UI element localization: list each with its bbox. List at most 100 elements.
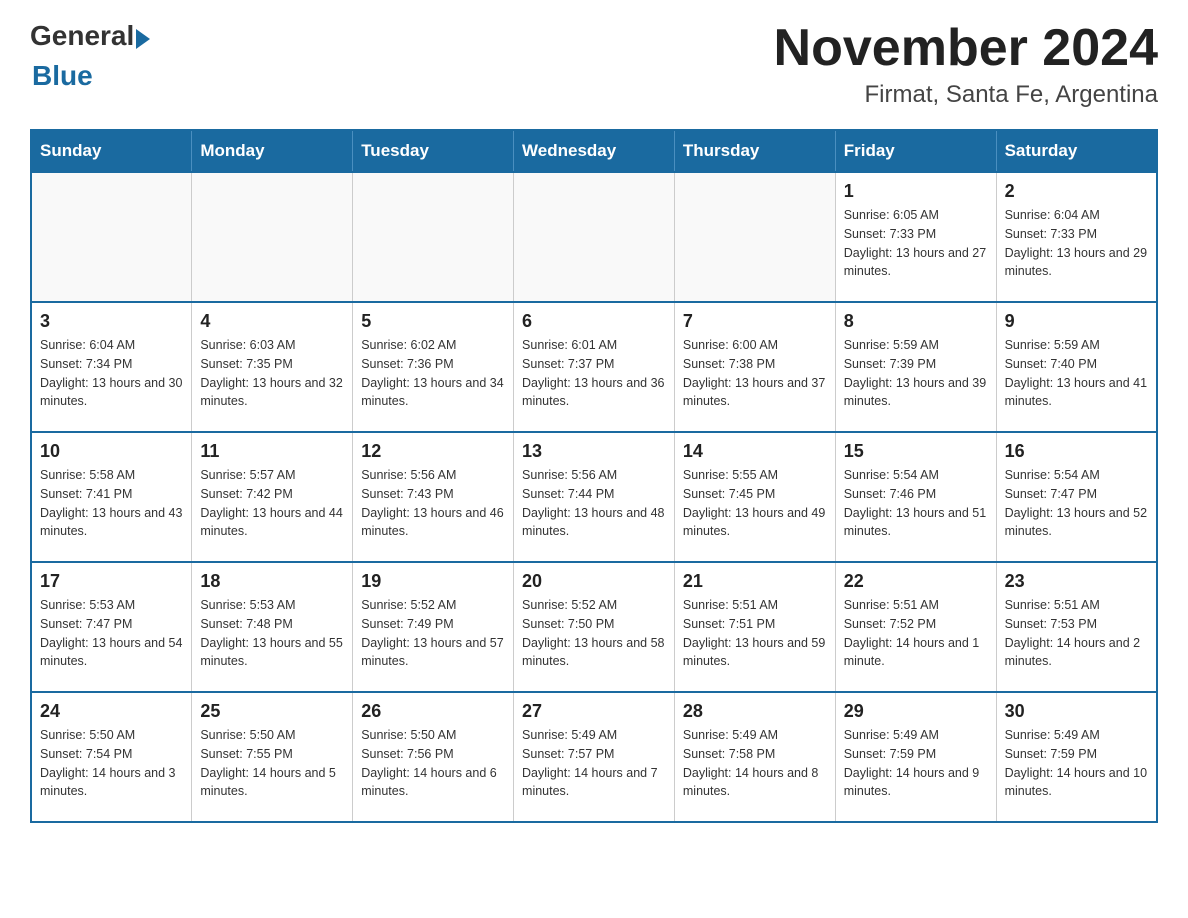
calendar-cell: 25 Sunrise: 5:50 AMSunset: 7:55 PMDayligh… (192, 692, 353, 822)
day-number: 6 (522, 311, 666, 332)
day-info: Sunrise: 5:55 AMSunset: 7:45 PMDaylight:… (683, 466, 827, 541)
day-info: Sunrise: 5:50 AMSunset: 7:56 PMDaylight:… (361, 726, 505, 801)
calendar-cell: 30 Sunrise: 5:49 AMSunset: 7:59 PMDayligh… (996, 692, 1157, 822)
day-info: Sunrise: 5:49 AMSunset: 7:59 PMDaylight:… (844, 726, 988, 801)
day-number: 15 (844, 441, 988, 462)
day-info: Sunrise: 5:56 AMSunset: 7:43 PMDaylight:… (361, 466, 505, 541)
day-number: 20 (522, 571, 666, 592)
day-number: 14 (683, 441, 827, 462)
weekday-header-sunday: Sunday (31, 130, 192, 172)
logo-arrow-icon (136, 29, 150, 49)
day-number: 8 (844, 311, 988, 332)
weekday-header-monday: Monday (192, 130, 353, 172)
day-info: Sunrise: 5:52 AMSunset: 7:50 PMDaylight:… (522, 596, 666, 671)
calendar-cell: 19 Sunrise: 5:52 AMSunset: 7:49 PMDayligh… (353, 562, 514, 692)
calendar-cell: 18Sunrise: 5:53 AMSunset: 7:48 PMDayligh… (192, 562, 353, 692)
calendar-cell: 7 Sunrise: 6:00 AMSunset: 7:38 PMDaylight… (674, 302, 835, 432)
calendar-cell: 21 Sunrise: 5:51 AMSunset: 7:51 PMDayligh… (674, 562, 835, 692)
day-number: 29 (844, 701, 988, 722)
calendar-cell: 1 Sunrise: 6:05 AMSunset: 7:33 PMDaylight… (835, 172, 996, 302)
day-number: 25 (200, 701, 344, 722)
day-info: Sunrise: 5:50 AMSunset: 7:55 PMDaylight:… (200, 726, 344, 801)
day-info: Sunrise: 5:50 AMSunset: 7:54 PMDaylight:… (40, 726, 183, 801)
day-number: 18 (200, 571, 344, 592)
day-number: 7 (683, 311, 827, 332)
calendar-cell (514, 172, 675, 302)
calendar-week-row: 17 Sunrise: 5:53 AMSunset: 7:47 PMDayligh… (31, 562, 1157, 692)
day-number: 13 (522, 441, 666, 462)
day-number: 1 (844, 181, 988, 202)
calendar-cell (31, 172, 192, 302)
day-number: 24 (40, 701, 183, 722)
day-info: Sunrise: 5:57 AMSunset: 7:42 PMDaylight:… (200, 466, 344, 541)
day-number: 30 (1005, 701, 1148, 722)
day-number: 9 (1005, 311, 1148, 332)
day-info: Sunrise: 5:54 AMSunset: 7:47 PMDaylight:… (1005, 466, 1148, 541)
day-number: 4 (200, 311, 344, 332)
calendar-cell (674, 172, 835, 302)
calendar-table: SundayMondayTuesdayWednesdayThursdayFrid… (30, 129, 1158, 823)
weekday-header-wednesday: Wednesday (514, 130, 675, 172)
calendar-title: November 2024 (774, 20, 1158, 77)
day-info: Sunrise: 6:00 AMSunset: 7:38 PMDaylight:… (683, 336, 827, 411)
page-header: General Blue November 2024 Firmat, Santa… (30, 20, 1158, 109)
day-number: 19 (361, 571, 505, 592)
calendar-cell: 4 Sunrise: 6:03 AMSunset: 7:35 PMDaylight… (192, 302, 353, 432)
day-info: Sunrise: 6:04 AMSunset: 7:33 PMDaylight:… (1005, 206, 1148, 281)
calendar-subtitle: Firmat, Santa Fe, Argentina (774, 81, 1158, 109)
day-info: Sunrise: 5:58 AMSunset: 7:41 PMDaylight:… (40, 466, 183, 541)
day-info: Sunrise: 5:52 AMSunset: 7:49 PMDaylight:… (361, 596, 505, 671)
calendar-cell: 17 Sunrise: 5:53 AMSunset: 7:47 PMDayligh… (31, 562, 192, 692)
day-number: 10 (40, 441, 183, 462)
calendar-week-row: 3 Sunrise: 6:04 AMSunset: 7:34 PMDaylight… (31, 302, 1157, 432)
weekday-header-tuesday: Tuesday (353, 130, 514, 172)
calendar-week-row: 1 Sunrise: 6:05 AMSunset: 7:33 PMDaylight… (31, 172, 1157, 302)
day-number: 16 (1005, 441, 1148, 462)
day-number: 26 (361, 701, 505, 722)
day-number: 3 (40, 311, 183, 332)
day-info: Sunrise: 5:53 AMSunset: 7:47 PMDaylight:… (40, 596, 183, 671)
calendar-cell: 28 Sunrise: 5:49 AMSunset: 7:58 PMDayligh… (674, 692, 835, 822)
weekday-header-thursday: Thursday (674, 130, 835, 172)
day-number: 28 (683, 701, 827, 722)
day-info: Sunrise: 6:04 AMSunset: 7:34 PMDaylight:… (40, 336, 183, 411)
day-number: 21 (683, 571, 827, 592)
day-number: 22 (844, 571, 988, 592)
day-info: Sunrise: 5:51 AMSunset: 7:53 PMDaylight:… (1005, 596, 1148, 671)
day-info: Sunrise: 5:49 AMSunset: 7:57 PMDaylight:… (522, 726, 666, 801)
day-info: Sunrise: 6:03 AMSunset: 7:35 PMDaylight:… (200, 336, 344, 411)
day-info: Sunrise: 5:49 AMSunset: 7:59 PMDaylight:… (1005, 726, 1148, 801)
calendar-cell (353, 172, 514, 302)
weekday-header-friday: Friday (835, 130, 996, 172)
calendar-cell: 10 Sunrise: 5:58 AMSunset: 7:41 PMDayligh… (31, 432, 192, 562)
day-info: Sunrise: 5:49 AMSunset: 7:58 PMDaylight:… (683, 726, 827, 801)
calendar-cell: 26 Sunrise: 5:50 AMSunset: 7:56 PMDayligh… (353, 692, 514, 822)
calendar-cell: 27 Sunrise: 5:49 AMSunset: 7:57 PMDayligh… (514, 692, 675, 822)
calendar-cell: 2 Sunrise: 6:04 AMSunset: 7:33 PMDaylight… (996, 172, 1157, 302)
weekday-header-saturday: Saturday (996, 130, 1157, 172)
calendar-header-row: SundayMondayTuesdayWednesdayThursdayFrid… (31, 130, 1157, 172)
calendar-cell: 29 Sunrise: 5:49 AMSunset: 7:59 PMDayligh… (835, 692, 996, 822)
calendar-cell (192, 172, 353, 302)
calendar-cell: 15Sunrise: 5:54 AMSunset: 7:46 PMDayligh… (835, 432, 996, 562)
day-info: Sunrise: 6:02 AMSunset: 7:36 PMDaylight:… (361, 336, 505, 411)
calendar-cell: 23Sunrise: 5:51 AMSunset: 7:53 PMDayligh… (996, 562, 1157, 692)
calendar-cell: 12Sunrise: 5:56 AMSunset: 7:43 PMDayligh… (353, 432, 514, 562)
calendar-cell: 13 Sunrise: 5:56 AMSunset: 7:44 PMDayligh… (514, 432, 675, 562)
day-info: Sunrise: 6:05 AMSunset: 7:33 PMDaylight:… (844, 206, 988, 281)
calendar-cell: 5 Sunrise: 6:02 AMSunset: 7:36 PMDaylight… (353, 302, 514, 432)
calendar-cell: 14 Sunrise: 5:55 AMSunset: 7:45 PMDayligh… (674, 432, 835, 562)
day-number: 2 (1005, 181, 1148, 202)
day-info: Sunrise: 5:59 AMSunset: 7:39 PMDaylight:… (844, 336, 988, 411)
day-number: 17 (40, 571, 183, 592)
day-number: 5 (361, 311, 505, 332)
day-info: Sunrise: 5:51 AMSunset: 7:51 PMDaylight:… (683, 596, 827, 671)
day-number: 27 (522, 701, 666, 722)
calendar-cell: 16 Sunrise: 5:54 AMSunset: 7:47 PMDayligh… (996, 432, 1157, 562)
day-info: Sunrise: 6:01 AMSunset: 7:37 PMDaylight:… (522, 336, 666, 411)
calendar-cell: 8 Sunrise: 5:59 AMSunset: 7:39 PMDaylight… (835, 302, 996, 432)
day-info: Sunrise: 5:59 AMSunset: 7:40 PMDaylight:… (1005, 336, 1148, 411)
day-info: Sunrise: 5:56 AMSunset: 7:44 PMDaylight:… (522, 466, 666, 541)
logo: General Blue (30, 20, 150, 92)
day-info: Sunrise: 5:51 AMSunset: 7:52 PMDaylight:… (844, 596, 988, 671)
